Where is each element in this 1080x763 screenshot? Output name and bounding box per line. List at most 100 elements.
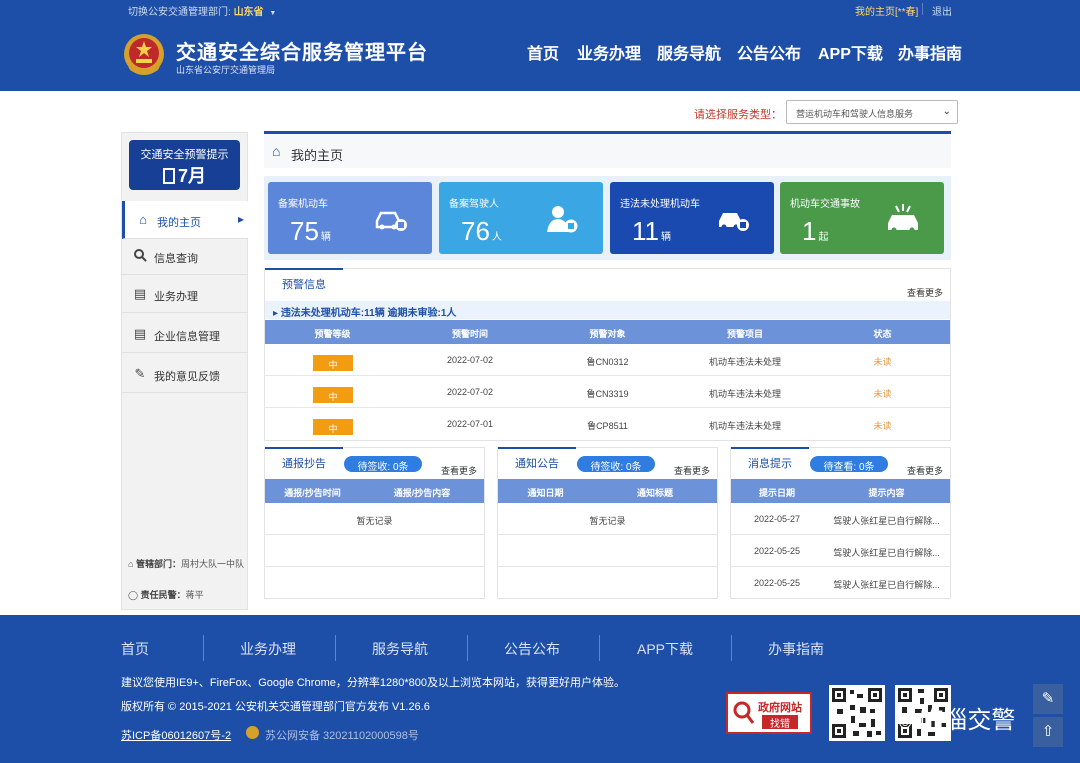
table-header: 通报/抄告时间 通报/抄告内容 — [265, 479, 484, 503]
document-icon: ▤ — [133, 326, 147, 341]
row-content: 驾驶人张红星已自行解除... — [833, 548, 940, 558]
sidebar-item-enterprise[interactable]: ▤ 企业信息管理 — [122, 315, 248, 353]
tab-notice[interactable]: 通知公告 — [498, 447, 576, 473]
home-icon: ⌂ — [272, 143, 281, 159]
province-label[interactable]: 山东省 — [234, 7, 264, 18]
row-status: 未读 — [873, 421, 892, 431]
table-header: 提示日期 提示内容 — [731, 479, 950, 503]
sidebar-item-feedback[interactable]: ✎ 我的意见反馈 — [122, 355, 248, 393]
table-row[interactable]: 2022-05-27 驾驶人张红星已自行解除... — [731, 503, 950, 535]
sidebar-item-label: 我的主页 — [157, 217, 201, 229]
footer-nav-home[interactable]: 首页 — [121, 639, 149, 659]
stat-card-violations[interactable]: 违法未处理机动车 11 辆 — [610, 182, 774, 254]
footer-nav-service-guide[interactable]: 服务导航 — [372, 639, 428, 659]
footer-nav-guide[interactable]: 办事指南 — [768, 639, 824, 659]
safety-warning-card[interactable]: 交通安全预警提示 7月 — [129, 140, 240, 190]
table-row[interactable]: 中 2022-07-02 鲁CN3319 机动车违法未处理 未读 — [265, 376, 950, 408]
nav-app-download[interactable]: APP下载 — [818, 40, 883, 64]
sidebar-item-business[interactable]: ▤ 业务办理 — [122, 275, 248, 313]
level-badge: 中 — [313, 355, 353, 371]
table-row: 暂无记录 — [498, 503, 717, 535]
nav-home[interactable]: 首页 — [527, 40, 559, 64]
tab-messages[interactable]: 消息提示 — [731, 447, 809, 473]
sidebar-item-my-home[interactable]: ⌂ 我的主页 ▸ — [122, 201, 248, 239]
pending-sign-badge: 待签收: 0条 — [577, 456, 655, 473]
service-type-select[interactable]: 营运机动车和驾驶人信息服务 ⌄ — [786, 100, 958, 124]
row-date: 2022-05-25 — [753, 578, 801, 588]
divider — [335, 635, 336, 661]
pending-view-badge: 待查看: 0条 — [810, 456, 888, 473]
table-row[interactable]: 2022-05-25 驾驶人张红星已自行解除... — [731, 535, 950, 567]
divider — [731, 635, 732, 661]
warning-alert-text: 违法未处理机动车:11辆 逾期未审验:1人 — [280, 308, 457, 319]
row-status: 未读 — [873, 357, 892, 367]
row-date: 2022-05-27 — [753, 514, 801, 524]
tab-warning[interactable]: 预警信息 — [265, 268, 343, 294]
empty-text: 暂无记录 — [589, 516, 626, 526]
stat-label: 违法未处理机动车 — [620, 199, 700, 210]
row-item: 机动车违法未处理 — [708, 421, 781, 431]
nav-announcements[interactable]: 公告公布 — [737, 40, 801, 64]
edit-feedback-button[interactable]: ✎ — [1033, 684, 1063, 714]
site-subtitle: 山东省公安厅交通管理局 — [176, 65, 276, 75]
logout-link[interactable]: 退出 — [932, 3, 952, 18]
view-more-link[interactable]: 查看更多 — [907, 286, 943, 299]
user-icon: ◯ — [128, 590, 139, 600]
department-switcher[interactable]: 切换公安交通管理部门: 山东省 ▼ — [128, 3, 276, 18]
row-date: 2022-07-02 — [446, 387, 494, 397]
site-header: 交通安全综合服务管理平台 山东省公安厅交通管理局 首页 业务办理 服务导航 公告… — [0, 20, 1080, 91]
home-icon: ⌂ — [128, 559, 134, 569]
car-badge-icon — [375, 211, 407, 231]
car-violation-icon — [719, 213, 749, 231]
level-badge: 中 — [313, 419, 353, 435]
chevron-down-icon[interactable]: ▼ — [269, 10, 276, 17]
table-row[interactable]: 2022-05-25 驾驶人张红星已自行解除... — [731, 567, 950, 599]
row-item: 机动车违法未处理 — [708, 357, 781, 367]
warning-month: 7月 — [129, 162, 240, 186]
view-more-link[interactable]: 查看更多 — [441, 464, 477, 477]
gov-site-error-badge[interactable]: 政府网站 找错 — [726, 692, 812, 734]
column-header: 状态 — [873, 329, 892, 339]
view-more-link[interactable]: 查看更多 — [907, 464, 943, 477]
footer-nav-app[interactable]: APP下载 — [637, 639, 693, 659]
nav-service-guide[interactable]: 服务导航 — [657, 40, 721, 64]
copyright: 版权所有 © 2015-2021 公安机关交通管理部门官方发布 V1.26.6 — [121, 701, 430, 713]
nav-guide[interactable]: 办事指南 — [898, 40, 962, 64]
switch-label: 切换公安交通管理部门: — [128, 7, 231, 18]
footer-nav-business[interactable]: 业务办理 — [240, 639, 296, 659]
stat-card-accidents[interactable]: 机动车交通事故 1起 — [780, 182, 944, 254]
table-row[interactable]: 中 2022-07-02 鲁CN0312 机动车违法未处理 未读 — [265, 344, 950, 376]
column-header: 预警项目 — [726, 329, 763, 339]
feedback-icon: ✎ — [134, 366, 146, 381]
gov-site-label: 政府网站 — [758, 702, 802, 714]
table-header: 通知日期 通知标题 — [498, 479, 717, 503]
sidebar-item-query[interactable]: 信息查询 — [122, 237, 248, 275]
police-record[interactable]: 苏公网安备 32021102000598号 — [265, 727, 419, 743]
icp-link[interactable]: 苏ICP备06012607号-2 — [121, 727, 231, 743]
view-more-link[interactable]: 查看更多 — [674, 464, 710, 477]
empty-text: 暂无记录 — [356, 516, 393, 526]
police-label: 责任民警： — [140, 590, 186, 600]
row-date: 2022-07-01 — [446, 419, 494, 429]
my-home-link[interactable]: 我的主页[**春] — [855, 3, 918, 18]
browser-tip: 建议您使用IE9+、FireFox、Google Chrome，分辨率1280*… — [121, 677, 625, 689]
row-status: 未读 — [873, 389, 892, 399]
calendar-icon — [162, 168, 175, 184]
row-item: 机动车违法未处理 — [708, 389, 781, 399]
nav-business[interactable]: 业务办理 — [577, 40, 641, 64]
tab-report[interactable]: 通报抄告 — [265, 447, 343, 473]
notice-panel: 通知公告 待签收: 0条 查看更多 通知日期 通知标题 暂无记录 — [497, 447, 718, 599]
table-row — [265, 567, 484, 599]
stack-icon: ▤ — [133, 286, 147, 301]
back-to-top-button[interactable]: ⇧ — [1033, 717, 1063, 747]
stat-card-vehicles[interactable]: 备案机动车 75 辆 — [268, 182, 432, 254]
service-type-value: 营运机动车和驾驶人信息服务 — [796, 109, 914, 119]
column-header: 预警等级 — [314, 329, 351, 339]
table-row[interactable]: 中 2022-07-01 鲁CP8511 机动车违法未处理 未读 — [265, 408, 950, 440]
stat-card-drivers[interactable]: 备案驾驶人 76 人 — [439, 182, 603, 254]
magnifier-icon — [733, 701, 755, 724]
footer-nav-announcements[interactable]: 公告公布 — [504, 639, 560, 659]
stat-value: 76 人 — [461, 216, 502, 246]
sidebar-item-label: 信息查询 — [154, 253, 198, 265]
arrow-up-icon: ⇧ — [1041, 723, 1055, 740]
